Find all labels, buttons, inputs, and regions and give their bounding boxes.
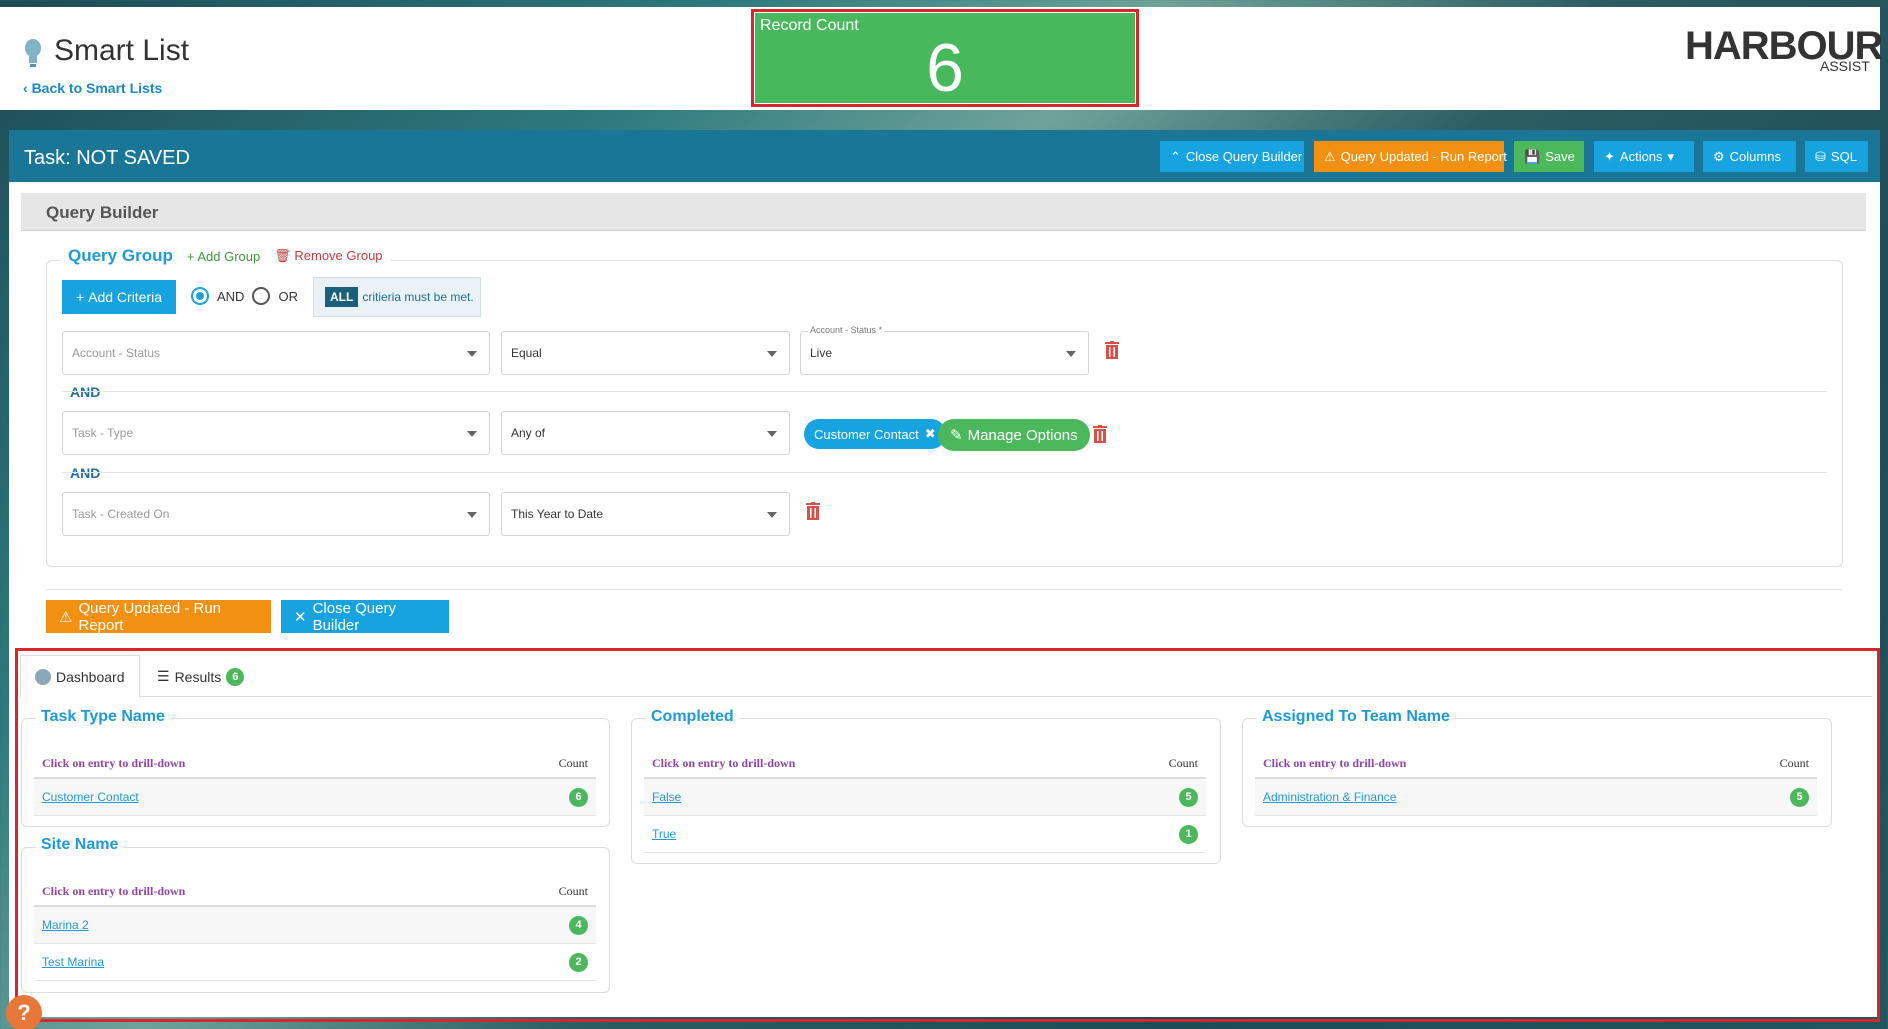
trash-icon: 🗑 bbox=[274, 248, 291, 263]
criteria-2-operator-select[interactable]: Any of bbox=[501, 411, 790, 455]
close-query-builder-button[interactable]: ⌃ Close Query Builder bbox=[1160, 141, 1304, 172]
floppy-icon: 💾 bbox=[1524, 148, 1541, 164]
query-updated-button[interactable]: ⚠ Query Updated - Run Report bbox=[1314, 141, 1507, 172]
and-radio[interactable] bbox=[191, 287, 209, 305]
all-tag: ALL bbox=[325, 287, 359, 307]
dashboard-highlight bbox=[15, 648, 1880, 1022]
database-icon: ⛁ bbox=[1815, 148, 1826, 164]
caret-down-icon bbox=[767, 512, 777, 518]
columns-button[interactable]: ⚙ Columns bbox=[1703, 141, 1796, 172]
criteria-mode-text: critieria must be met. bbox=[362, 290, 474, 304]
criteria-2-field-value: Task - Type bbox=[72, 426, 134, 440]
close-icon[interactable]: ✖ bbox=[925, 426, 936, 442]
criteria-1-field-select[interactable]: Account - Status bbox=[62, 331, 490, 375]
criteria-3-operator-select[interactable]: This Year to Date bbox=[501, 492, 790, 536]
page-title: Smart List bbox=[54, 34, 190, 67]
delete-criteria-1-icon[interactable] bbox=[1105, 341, 1119, 359]
record-count-highlight bbox=[751, 9, 1139, 107]
query-builder-title: Query Builder bbox=[46, 203, 159, 222]
actions-dropdown-button[interactable]: ✦ Actions ▾ bbox=[1594, 141, 1694, 172]
remove-group-label: Remove Group bbox=[294, 248, 383, 263]
divider bbox=[62, 391, 1827, 392]
manage-options-button[interactable]: ✎ Manage Options bbox=[938, 419, 1090, 451]
caret-down-icon bbox=[1066, 351, 1076, 357]
rocket-icon: ✦ bbox=[1604, 148, 1615, 164]
add-criteria-button[interactable]: + Add Criteria bbox=[62, 280, 176, 314]
sql-label: SQL bbox=[1830, 149, 1857, 164]
caret-down-icon bbox=[767, 351, 777, 357]
divider bbox=[46, 589, 1843, 590]
caret-down-icon: ▾ bbox=[1667, 148, 1675, 164]
chip-label: Customer Contact bbox=[814, 426, 919, 442]
lightbulb-icon bbox=[25, 39, 41, 67]
criteria-2-operator-value: Any of bbox=[511, 426, 546, 440]
criteria-1-value: Live bbox=[810, 346, 833, 360]
criteria-3-operator-value: This Year to Date bbox=[511, 507, 604, 521]
help-icon[interactable]: ? bbox=[6, 995, 42, 1029]
divider bbox=[62, 472, 1827, 473]
close-query-builder-bottom-label: Close Query Builder bbox=[312, 599, 396, 634]
criteria-1-field-value: Account - Status bbox=[72, 346, 161, 360]
criteria-1-operator-select[interactable]: Equal bbox=[501, 331, 790, 375]
gear-icon: ⚙ bbox=[1713, 148, 1725, 164]
warning-icon: ⚠ bbox=[1324, 148, 1336, 164]
caret-down-icon bbox=[467, 431, 477, 437]
customer-contact-chip[interactable]: Customer Contact ✖ bbox=[804, 419, 946, 449]
add-criteria-label: Add Criteria bbox=[88, 289, 163, 305]
manage-options-label: Manage Options bbox=[967, 426, 1078, 444]
columns-label: Columns bbox=[1729, 149, 1781, 164]
close-query-builder-label: Close Query Builder bbox=[1185, 149, 1303, 164]
and-connector-2: AND bbox=[70, 465, 101, 481]
logo-subtitle: ASSIST bbox=[1820, 58, 1870, 74]
remove-group-link[interactable]: 🗑 Remove Group bbox=[274, 248, 382, 264]
back-to-smart-lists-link[interactable]: ‹ Back to Smart Lists bbox=[23, 80, 162, 96]
or-radio-label: OR bbox=[278, 288, 298, 304]
caret-down-icon bbox=[467, 351, 477, 357]
and-radio-label: AND bbox=[217, 288, 245, 304]
close-query-builder-bottom-button[interactable]: ✕ Close Query Builder bbox=[281, 599, 449, 634]
query-group-legend: Query Group + Add Group 🗑 Remove Group bbox=[60, 246, 391, 266]
task-title: Task: NOT SAVED bbox=[24, 147, 190, 169]
run-report-label: Query Updated - Run Report bbox=[78, 599, 222, 634]
plus-icon: + bbox=[75, 289, 85, 305]
criteria-1-value-label: Account - Status * bbox=[808, 325, 885, 335]
edit-icon: ✎ bbox=[950, 427, 963, 444]
save-label: Save bbox=[1545, 149, 1575, 164]
chevron-up-icon: ⌃ bbox=[1170, 148, 1181, 164]
add-group-label: Add Group bbox=[197, 248, 261, 264]
and-or-radio-group: AND OR bbox=[191, 287, 298, 305]
close-icon: ✕ bbox=[294, 608, 307, 626]
delete-criteria-3-icon[interactable] bbox=[806, 502, 820, 520]
and-connector-1: AND bbox=[70, 384, 101, 400]
caret-down-icon bbox=[467, 512, 477, 518]
add-group-link[interactable]: + Add Group bbox=[187, 249, 260, 264]
criteria-3-field-value: Task - Created On bbox=[72, 507, 170, 521]
criteria-2-field-select[interactable]: Task - Type bbox=[62, 411, 490, 455]
run-report-button[interactable]: ⚠ Query Updated - Run Report bbox=[46, 599, 271, 634]
criteria-1-operator-value: Equal bbox=[511, 346, 542, 360]
sql-button[interactable]: ⛁ SQL bbox=[1805, 141, 1868, 172]
delete-criteria-2-icon[interactable] bbox=[1093, 425, 1107, 443]
save-button[interactable]: 💾 Save bbox=[1514, 141, 1584, 172]
actions-label: Actions bbox=[1619, 149, 1663, 164]
or-radio[interactable] bbox=[252, 287, 271, 305]
caret-down-icon bbox=[767, 431, 777, 437]
criteria-3-field-select[interactable]: Task - Created On bbox=[62, 492, 490, 536]
query-builder-header bbox=[21, 193, 1866, 231]
query-updated-label: Query Updated - Run Report bbox=[1340, 149, 1507, 164]
criteria-mode-info: ALL critieria must be met. bbox=[313, 277, 481, 317]
criteria-1-value-select[interactable]: Live bbox=[800, 331, 1089, 375]
back-link-label: Back to Smart Lists bbox=[31, 80, 163, 96]
query-group-title: Query Group bbox=[68, 246, 173, 265]
warning-icon: ⚠ bbox=[59, 608, 73, 626]
